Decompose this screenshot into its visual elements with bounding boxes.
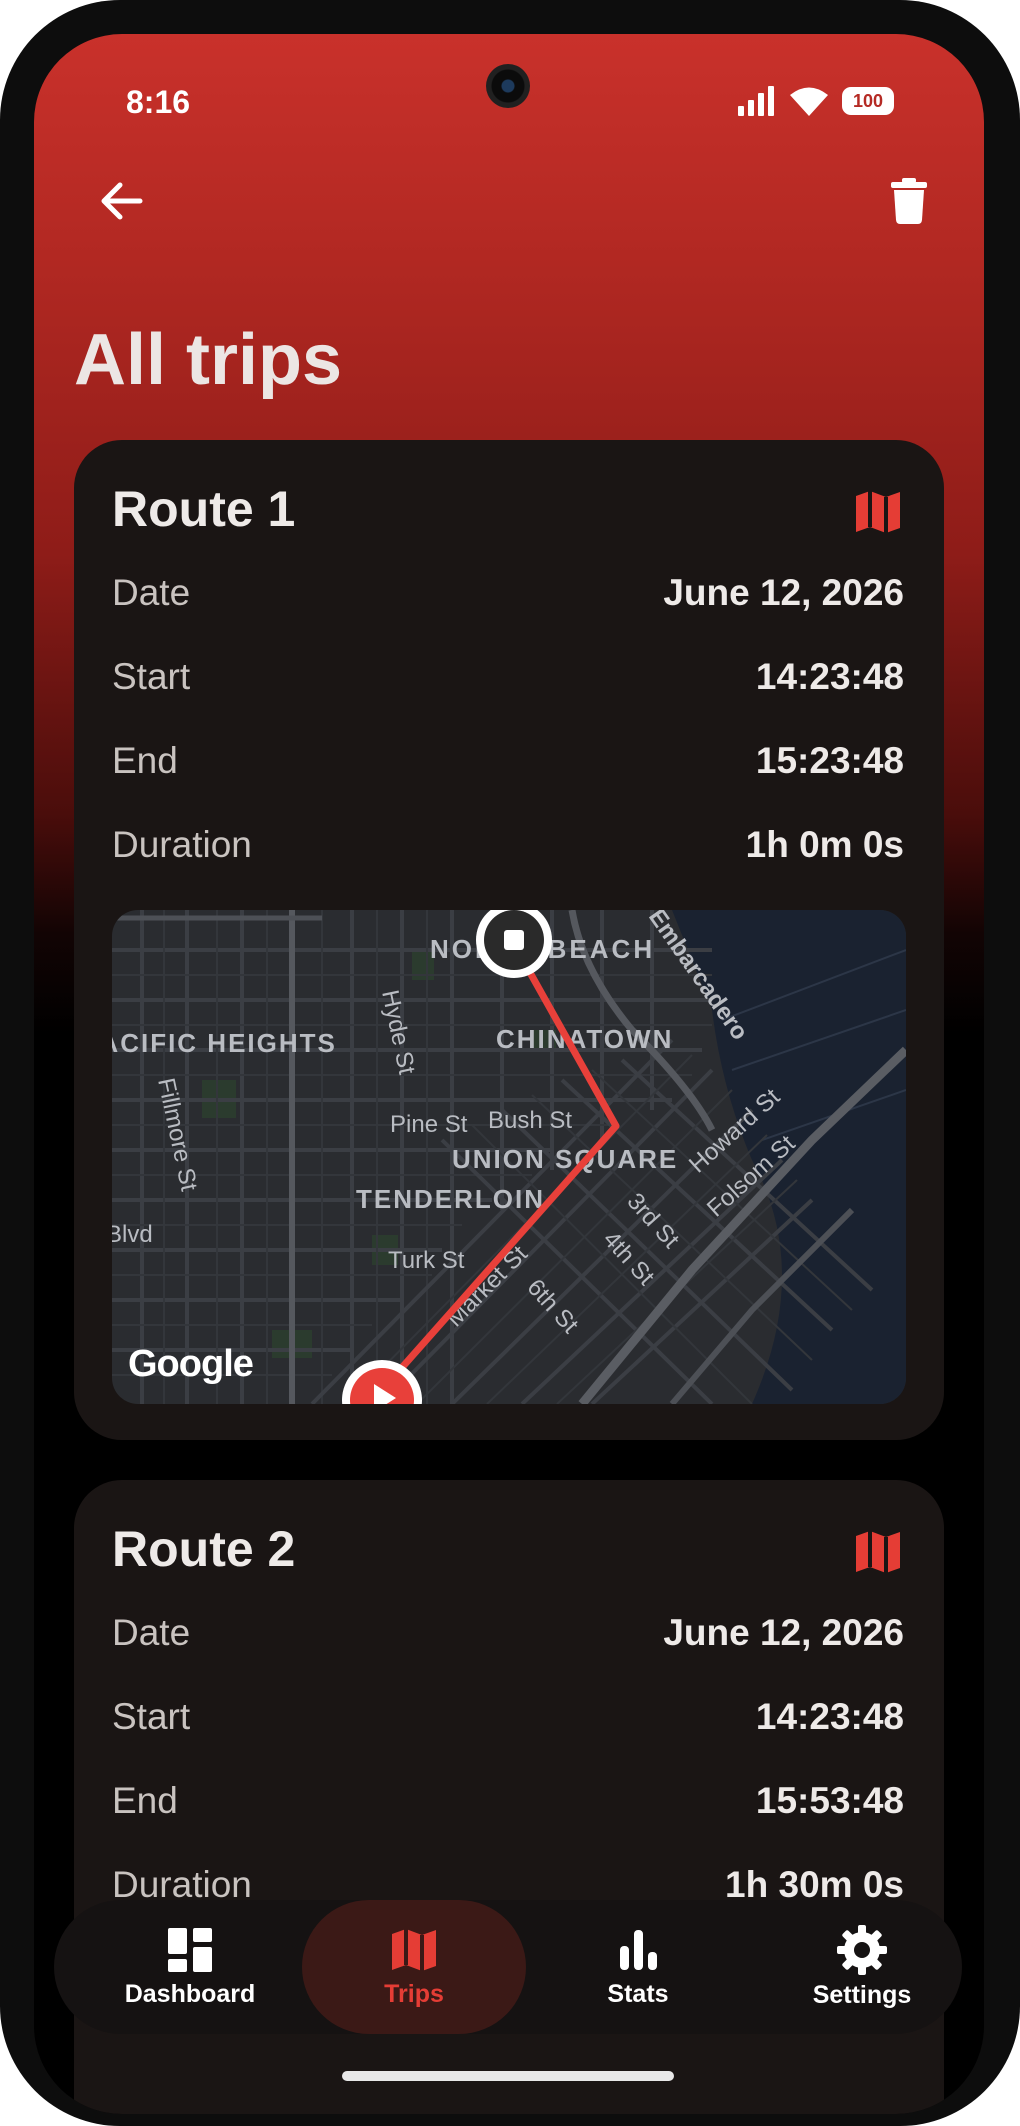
map-label-turk-st: Turk St [388, 1247, 465, 1274]
nav-label: Dashboard [124, 1979, 256, 2008]
map-label-tenderloin: TENDERLOIN [356, 1184, 545, 1214]
nav-label: Stats [607, 1979, 669, 2008]
row-label: Duration [112, 824, 252, 865]
nav-label: Trips [384, 1979, 444, 2008]
battery-indicator: 100 [842, 87, 894, 115]
trip-row-duration: Duration 1h 0m 0s [112, 820, 904, 870]
route-title: Route 1 [112, 481, 296, 537]
row-value: 15:23:48 [755, 740, 904, 781]
map-icon[interactable] [854, 488, 902, 536]
trip-row-start: Start 14:23:48 [112, 652, 904, 702]
map-icon [392, 1928, 436, 1971]
map-label-union-square: UNION SQUARE [452, 1144, 678, 1174]
gear-icon [837, 1924, 887, 1975]
app-screen: 8:16 100 All trips Route 1 Date June 12,… [34, 34, 984, 2114]
row-value: June 12, 2026 [663, 572, 904, 613]
nav-item-dashboard[interactable]: Dashboard [78, 1900, 302, 2034]
trip-card-route-1[interactable]: Route 1 Date June 12, 2026 Start 14:23:4… [74, 440, 944, 1440]
map-label-chinatown: CHINATOWN [496, 1024, 673, 1054]
map-label-pacific-heights: PACIFIC HEIGHTS [112, 1028, 337, 1058]
front-camera [486, 64, 530, 108]
row-value: June 12, 2026 [663, 1612, 904, 1653]
bar-chart-icon [620, 1929, 657, 1970]
row-value: 15:53:48 [755, 1780, 904, 1821]
nav-label: Settings [812, 1980, 912, 2009]
dashboard-icon [168, 1927, 212, 1972]
google-attribution: Google [128, 1343, 254, 1385]
trash-icon [891, 178, 927, 224]
route-title: Route 2 [112, 1521, 296, 1577]
trip-row-end: End 15:23:48 [112, 736, 904, 786]
route-end-marker [476, 910, 552, 978]
status-icons: 100 [736, 84, 894, 118]
row-value: 14:23:48 [755, 1696, 904, 1737]
row-label: End [112, 740, 178, 781]
trip-row-end: End 15:53:48 [112, 1776, 904, 1826]
row-value: 14:23:48 [755, 656, 904, 697]
nav-item-trips[interactable]: Trips [302, 1900, 526, 2034]
cell-signal-icon [738, 86, 774, 116]
map-label-pine-st: Pine St [390, 1111, 468, 1138]
map-icon[interactable] [854, 1528, 902, 1576]
map-label-bush-st: Bush St [488, 1107, 572, 1134]
map-label-blvd: Blvd [112, 1221, 153, 1248]
wifi-icon [790, 87, 828, 116]
nav-item-stats[interactable]: Stats [526, 1900, 750, 2034]
arrow-left-icon [101, 182, 143, 220]
row-label: Start [112, 1696, 191, 1737]
row-value: 1h 0m 0s [745, 824, 904, 865]
trip-row-start: Start 14:23:48 [112, 1692, 904, 1742]
status-time: 8:16 [126, 84, 191, 120]
bottom-navigation: Dashboard Trips Stats Settings [54, 1900, 962, 2034]
map-label-fillmore-st: Fillmore St [152, 1076, 202, 1194]
map-canvas: NORTH BEACH Embarcadero PACIFIC HEIGHTS … [112, 910, 906, 1404]
row-label: End [112, 1780, 178, 1821]
nav-item-settings[interactable]: Settings [750, 1900, 974, 2034]
home-indicator[interactable] [342, 2071, 674, 2081]
row-label: Start [112, 656, 191, 697]
back-button[interactable] [86, 166, 156, 236]
row-label: Date [112, 572, 191, 613]
delete-all-button[interactable] [874, 166, 944, 236]
route-map[interactable]: NORTH BEACH Embarcadero PACIFIC HEIGHTS … [112, 910, 906, 1404]
trip-row-date: Date June 12, 2026 [112, 1608, 904, 1658]
row-label: Date [112, 1612, 191, 1653]
phone-frame: 8:16 100 All trips Route 1 Date June 12,… [0, 0, 1020, 2126]
page-title: All trips [74, 320, 343, 400]
trip-row-date: Date June 12, 2026 [112, 568, 904, 618]
